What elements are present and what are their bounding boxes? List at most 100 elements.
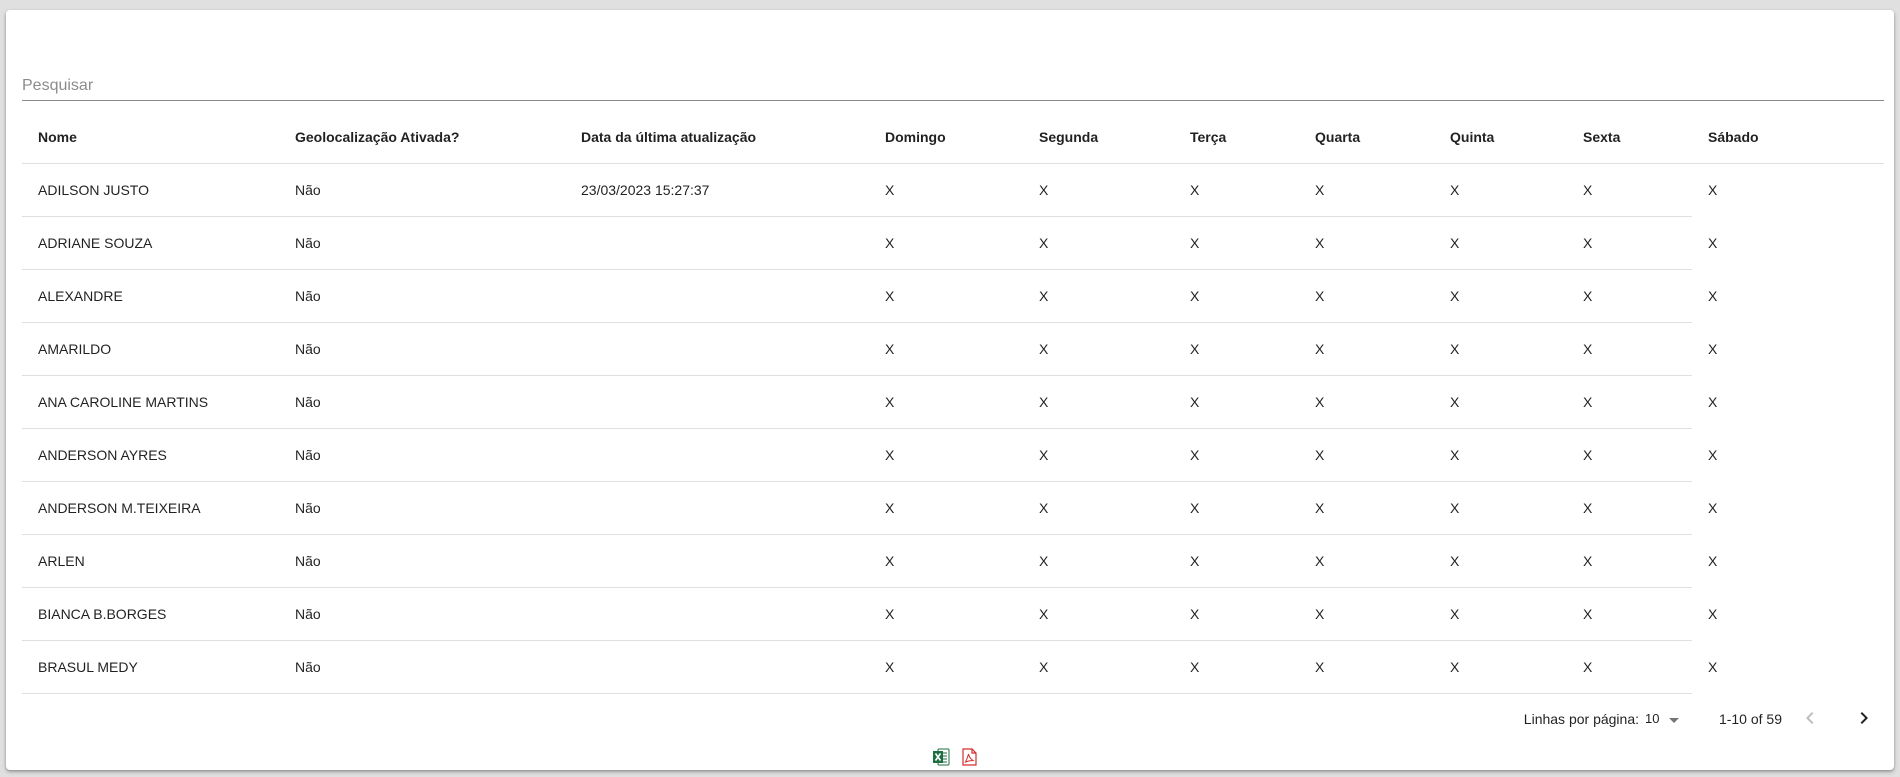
cell-sabado: X [1708, 394, 1718, 410]
table-row[interactable]: BRASUL MEDY Não X X X X X X X [22, 640, 1884, 694]
cell-quinta: X [1434, 481, 1567, 535]
export-excel-button[interactable] [932, 748, 950, 766]
cell-quarta: X [1299, 534, 1434, 588]
table-row[interactable]: BIANCA B.BORGES Não X X X X X X X [22, 587, 1884, 641]
table-header-row: Nome Geolocalização Ativada? Data da últ… [22, 110, 1884, 164]
cell-quarta: X [1299, 428, 1434, 482]
cell-sexta: X [1567, 640, 1692, 694]
cell-terca: X [1174, 269, 1299, 323]
cell-segunda: X [1023, 322, 1174, 376]
column-header-sabado[interactable]: Sábado [1692, 110, 1884, 164]
cell-domingo: X [869, 534, 1023, 588]
chevron-left-icon [1806, 712, 1814, 724]
cell-data-atualizacao [565, 640, 869, 694]
column-header-domingo[interactable]: Domingo [869, 110, 1023, 164]
column-header-data-atualizacao[interactable]: Data da última atualização [565, 110, 869, 164]
cell-sabado: X [1708, 553, 1718, 569]
export-pdf-button[interactable] [960, 748, 978, 766]
caret-down-icon [1669, 718, 1679, 723]
cell-domingo: X [869, 269, 1023, 323]
cell-quinta: X [1434, 269, 1567, 323]
cell-data-atualizacao [565, 587, 869, 641]
pagination: Linhas por página: 10 1-10 of 59 [22, 700, 1884, 736]
cell-geolocalizacao: Não [279, 375, 565, 429]
pagination-range: 1-10 of 59 [1718, 711, 1782, 727]
pdf-icon [962, 748, 977, 766]
cell-segunda: X [1023, 640, 1174, 694]
cell-quarta: X [1299, 269, 1434, 323]
next-page-button[interactable] [1848, 702, 1880, 734]
excel-icon [933, 748, 950, 766]
cell-nome: ALEXANDRE [22, 269, 279, 323]
search-input[interactable] [22, 60, 1884, 98]
cell-sexta: X [1567, 163, 1692, 217]
export-buttons [932, 748, 978, 766]
table-row[interactable]: ADILSON JUSTO Não 23/03/2023 15:27:37 X X X X X… [22, 163, 1884, 217]
table-row[interactable]: AMARILDO Não X X X X X X X [22, 322, 1884, 376]
cell-sexta: X [1567, 322, 1692, 376]
cell-segunda: X [1023, 163, 1174, 217]
cell-nome: ADRIANE SOUZA [22, 216, 279, 270]
table-row[interactable]: ARLEN Não X X X X X X X [22, 534, 1884, 588]
column-header-quarta[interactable]: Quarta [1299, 110, 1434, 164]
cell-domingo: X [869, 163, 1023, 217]
cell-sexta: X [1567, 269, 1692, 323]
cell-data-atualizacao [565, 481, 869, 535]
column-header-segunda[interactable]: Segunda [1023, 110, 1174, 164]
cell-sexta: X [1567, 534, 1692, 588]
column-header-geolocalizacao[interactable]: Geolocalização Ativada? [279, 110, 565, 164]
search-field[interactable] [22, 60, 1884, 101]
cell-geolocalizacao: Não [279, 428, 565, 482]
cell-data-atualizacao [565, 375, 869, 429]
cell-quarta: X [1299, 163, 1434, 217]
column-header-quinta[interactable]: Quinta [1434, 110, 1567, 164]
table-row[interactable]: ANDERSON AYRES Não X X X X X X X [22, 428, 1884, 482]
cell-segunda: X [1023, 375, 1174, 429]
cell-terca: X [1174, 163, 1299, 217]
table-body: ADILSON JUSTO Não 23/03/2023 15:27:37 X X X X X… [22, 163, 1884, 694]
cell-quinta: X [1434, 534, 1567, 588]
column-header-sexta[interactable]: Sexta [1567, 110, 1692, 164]
cell-sabado: X [1708, 500, 1718, 516]
cell-quarta: X [1299, 481, 1434, 535]
cell-nome: ANA CAROLINE MARTINS [22, 375, 279, 429]
cell-sabado: X [1708, 235, 1718, 251]
cell-segunda: X [1023, 534, 1174, 588]
cell-nome: ADILSON JUSTO [22, 163, 279, 217]
cell-domingo: X [869, 428, 1023, 482]
cell-terca: X [1174, 481, 1299, 535]
cell-domingo: X [869, 322, 1023, 376]
cell-sexta: X [1567, 587, 1692, 641]
cell-data-atualizacao [565, 322, 869, 376]
cell-nome: BIANCA B.BORGES [22, 587, 279, 641]
cell-geolocalizacao: Não [279, 216, 565, 270]
cell-geolocalizacao: Não [279, 587, 565, 641]
column-header-nome[interactable]: Nome [22, 110, 279, 164]
table-row[interactable]: ADRIANE SOUZA Não X X X X X X X [22, 216, 1884, 270]
cell-terca: X [1174, 640, 1299, 694]
rows-per-page-select[interactable]: 10 [1645, 708, 1679, 730]
cell-sabado: X [1708, 659, 1718, 675]
cell-quarta: X [1299, 322, 1434, 376]
cell-sabado: X [1708, 606, 1718, 622]
cell-domingo: X [869, 587, 1023, 641]
previous-page-button[interactable] [1794, 702, 1826, 734]
cell-sexta: X [1567, 481, 1692, 535]
cell-domingo: X [869, 216, 1023, 270]
cell-nome: AMARILDO [22, 322, 279, 376]
column-header-terca[interactable]: Terça [1174, 110, 1299, 164]
cell-quinta: X [1434, 640, 1567, 694]
cell-data-atualizacao [565, 269, 869, 323]
cell-terca: X [1174, 322, 1299, 376]
rows-per-page-value: 10 [1645, 711, 1660, 726]
cell-sexta: X [1567, 428, 1692, 482]
cell-terca: X [1174, 375, 1299, 429]
table-row[interactable]: ANDERSON M.TEIXEIRA Não X X X X X X X [22, 481, 1884, 535]
cell-geolocalizacao: Não [279, 534, 565, 588]
table-row[interactable]: ANA CAROLINE MARTINS Não X X X X X X X [22, 375, 1884, 429]
cell-data-atualizacao: 23/03/2023 15:27:37 [565, 163, 869, 217]
table-row[interactable]: ALEXANDRE Não X X X X X X X [22, 269, 1884, 323]
users-table: Nome Geolocalização Ativada? Data da últ… [22, 110, 1884, 694]
cell-segunda: X [1023, 269, 1174, 323]
table-card: Nome Geolocalização Ativada? Data da últ… [6, 10, 1894, 770]
